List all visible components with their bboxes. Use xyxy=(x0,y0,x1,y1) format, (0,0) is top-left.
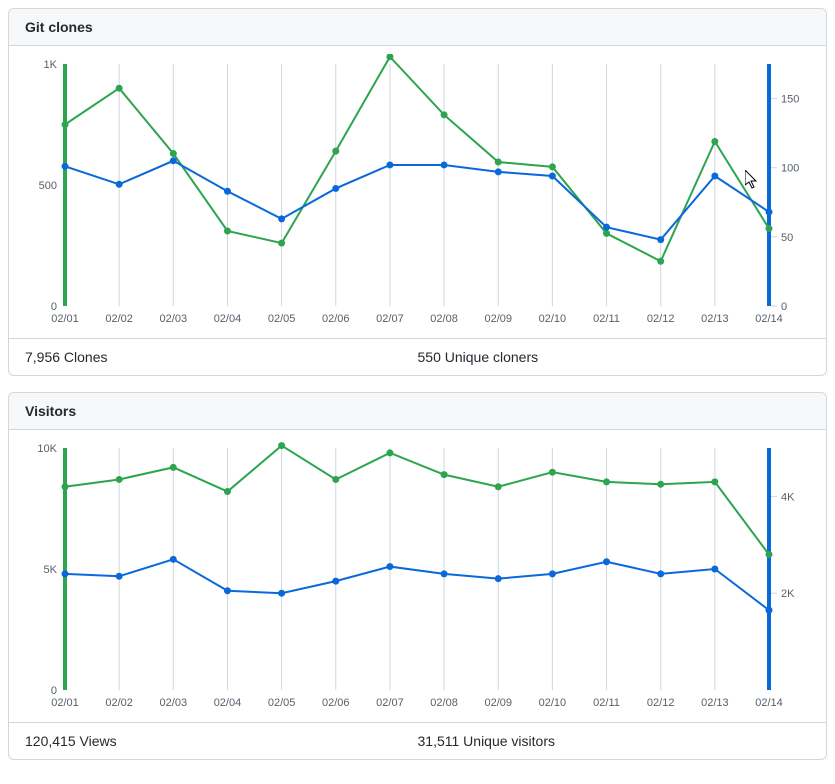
svg-text:02/02: 02/02 xyxy=(105,313,133,325)
svg-text:02/06: 02/06 xyxy=(322,697,350,709)
visitors-panel: Visitors 02/0102/0202/0302/0402/0502/060… xyxy=(8,392,827,760)
svg-text:02/10: 02/10 xyxy=(539,313,567,325)
svg-text:02/04: 02/04 xyxy=(214,313,242,325)
svg-text:2K: 2K xyxy=(781,588,795,600)
svg-text:02/07: 02/07 xyxy=(376,313,404,325)
footer-stat-unique: 550 Unique cloners xyxy=(418,349,811,365)
svg-text:100: 100 xyxy=(781,163,799,175)
svg-text:02/10: 02/10 xyxy=(539,697,567,709)
svg-text:4K: 4K xyxy=(781,491,795,503)
svg-text:02/05: 02/05 xyxy=(268,313,296,325)
svg-text:02/13: 02/13 xyxy=(701,313,729,325)
svg-text:500: 500 xyxy=(39,180,57,192)
svg-text:02/03: 02/03 xyxy=(160,313,188,325)
footer-stat-clones: 7,956 Clones xyxy=(25,349,418,365)
svg-text:02/01: 02/01 xyxy=(51,697,79,709)
panel-title: Git clones xyxy=(9,9,826,46)
svg-text:02/07: 02/07 xyxy=(376,697,404,709)
svg-text:02/09: 02/09 xyxy=(484,313,512,325)
chart-svg: 02/01 02/02 02/03 02/04 02/05 02/06 02/07 02/08… xyxy=(17,438,817,718)
svg-text:02/12: 02/12 xyxy=(647,313,675,325)
svg-text:50: 50 xyxy=(781,232,793,244)
svg-text:02/14: 02/14 xyxy=(755,697,783,709)
svg-text:02/01: 02/01 xyxy=(51,313,79,325)
svg-text:02/05: 02/05 xyxy=(268,697,296,709)
panel-footer: 7,956 Clones 550 Unique cloners xyxy=(9,338,826,375)
svg-text:02/03: 02/03 xyxy=(160,697,188,709)
footer-stat-unique: 31,511 Unique visitors xyxy=(418,733,811,749)
panel-title: Visitors xyxy=(9,393,826,430)
svg-text:02/12: 02/12 xyxy=(647,697,675,709)
svg-text:02/08: 02/08 xyxy=(430,697,458,709)
svg-text:5K: 5K xyxy=(44,564,58,576)
svg-text:02/02: 02/02 xyxy=(105,697,133,709)
chart-git-clones: 02/01 02/02 02/03 02/04 02/05 02/06 02/07 02/08… xyxy=(9,46,826,338)
svg-text:02/08: 02/08 xyxy=(430,313,458,325)
svg-text:02/09: 02/09 xyxy=(484,697,512,709)
svg-text:02/11: 02/11 xyxy=(593,697,620,709)
svg-text:150: 150 xyxy=(781,94,799,106)
svg-text:02/11: 02/11 xyxy=(593,313,620,325)
svg-text:0: 0 xyxy=(781,301,787,313)
svg-text:02/04: 02/04 xyxy=(214,697,242,709)
svg-text:10K: 10K xyxy=(37,443,57,455)
svg-text:02/13: 02/13 xyxy=(701,697,729,709)
chart-svg: 02/01 02/02 02/03 02/04 02/05 02/06 02/07 02/08… xyxy=(17,54,817,334)
chart-visitors: 02/01 02/02 02/03 02/04 02/05 02/06 02/07 02/08… xyxy=(9,430,826,722)
svg-text:02/06: 02/06 xyxy=(322,313,350,325)
svg-text:0: 0 xyxy=(51,685,57,697)
svg-text:0: 0 xyxy=(51,301,57,313)
git-clones-panel: Git clones 02/0102/0202/0302/0402/0502/0… xyxy=(8,8,827,376)
svg-text:02/14: 02/14 xyxy=(755,313,783,325)
svg-text:1K: 1K xyxy=(44,59,58,71)
footer-stat-views: 120,415 Views xyxy=(25,733,418,749)
panel-footer: 120,415 Views 31,511 Unique visitors xyxy=(9,722,826,759)
